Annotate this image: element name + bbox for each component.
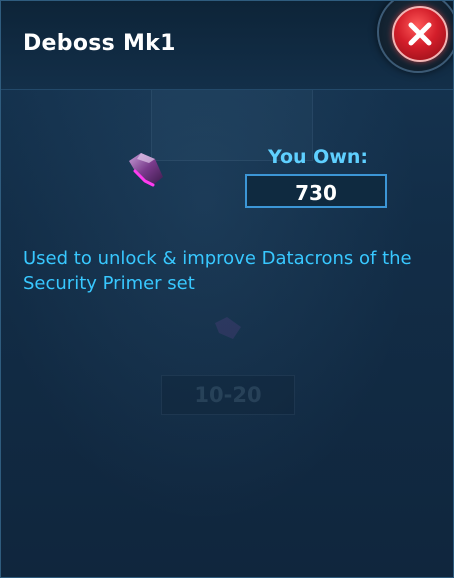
close-x-icon	[392, 6, 448, 62]
purple-shard-icon	[129, 153, 163, 187]
item-info-dialog: 10-20 Deboss Mk1 You Own: 730 Used to un…	[0, 0, 454, 578]
background-shard-icon	[215, 317, 241, 339]
item-description: Used to unlock & improve Datacrons of th…	[23, 248, 412, 294]
dialog-title: Deboss Mk1	[23, 31, 176, 56]
background-level-range: 10-20	[161, 375, 295, 415]
owned-count-value: 730	[245, 174, 387, 208]
owned-count-label: You Own:	[267, 146, 369, 168]
